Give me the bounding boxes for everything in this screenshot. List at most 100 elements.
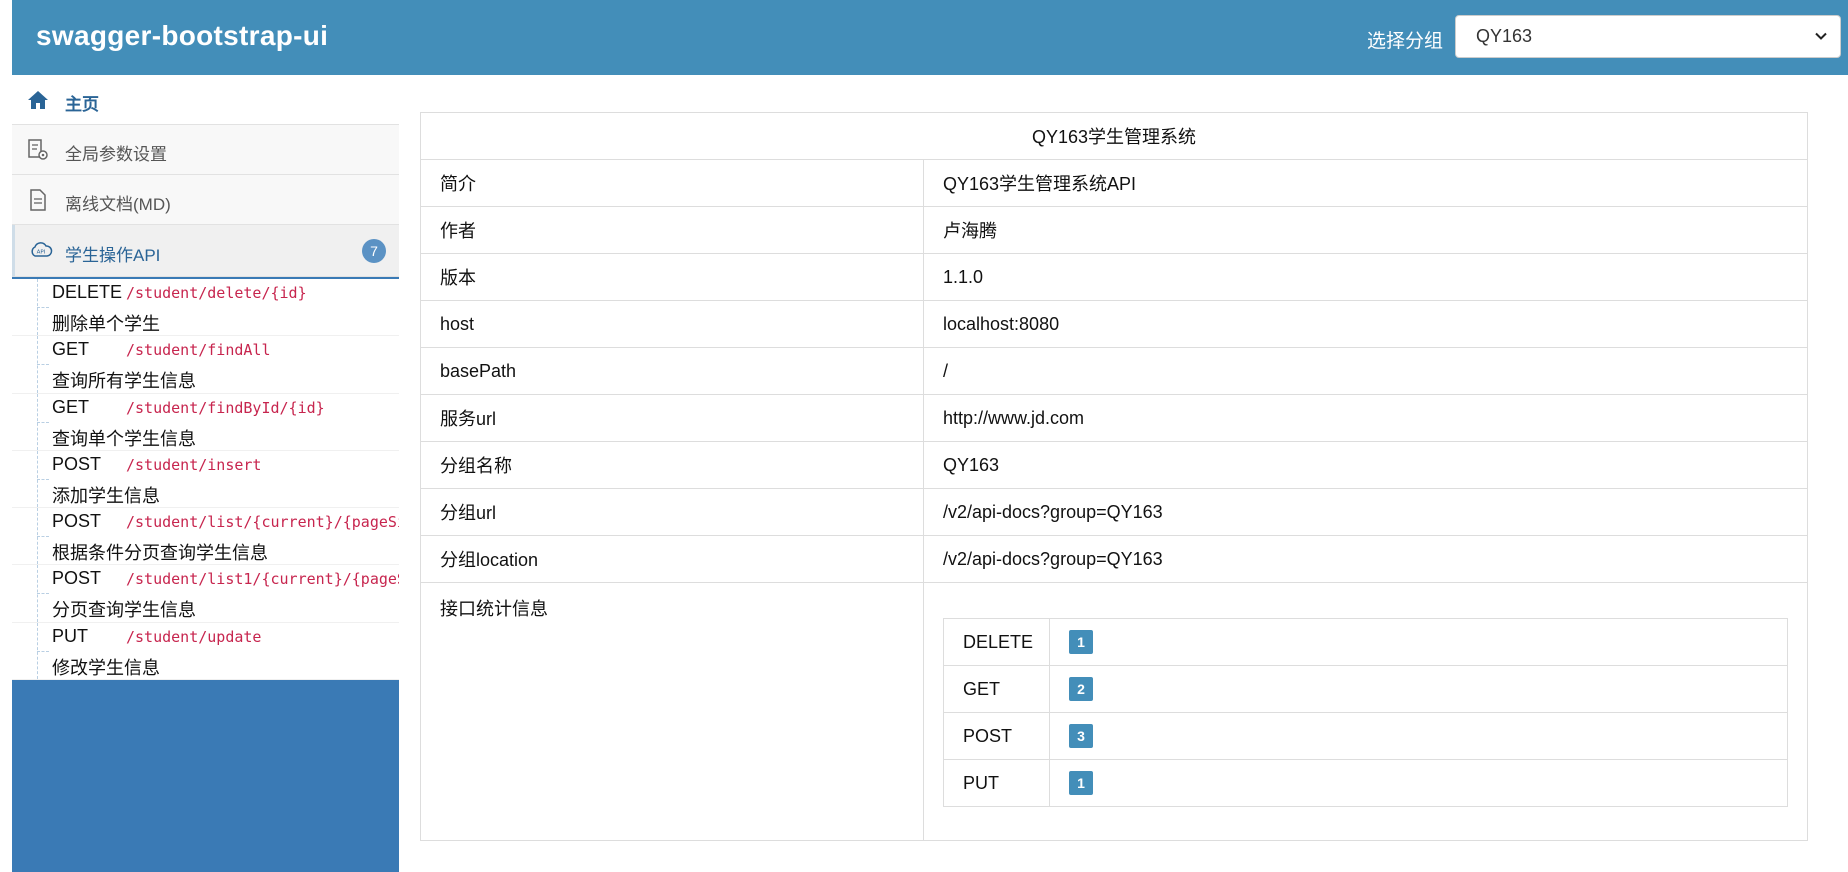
operation-list-viewport: DELETE /student/delete/{id} 删除单个学生 GET /… (12, 279, 399, 681)
operation-summary: 添加学生信息 (52, 485, 160, 506)
info-key: host (420, 300, 924, 348)
operation-path: /student/list1/{current}/{pageSize} (126, 570, 399, 589)
operation-path: /student/insert (126, 455, 262, 474)
group-select-label: 选择分组 (1367, 31, 1444, 52)
home-icon (28, 91, 48, 109)
info-key: 分组url (420, 488, 924, 536)
info-key: 简介 (420, 159, 924, 207)
chevron-down-icon (1815, 32, 1827, 40)
stats-method: PUT (943, 759, 1050, 807)
sidebar-item-student-api[interactable]: API 学生操作API 7 (12, 225, 399, 277)
sidebar-item-label: 全局参数设置 (65, 145, 167, 164)
operation-item[interactable]: POST /student/list1/{current}/{pageSize}… (12, 565, 399, 623)
info-value: QY163学生管理系统API (923, 159, 1808, 207)
sidebar-item-label: 主页 (65, 95, 99, 114)
operation-method: POST (52, 511, 102, 532)
operation-summary: 修改学生信息 (52, 657, 160, 678)
operation-item[interactable]: POST /student/insert 添加学生信息 (12, 450, 399, 509)
count-badge: 1 (1069, 630, 1093, 654)
table-row: basePath / (420, 347, 1808, 395)
table-row: 服务url http://www.jd.com (420, 394, 1808, 442)
info-value: http://www.jd.com (923, 394, 1808, 442)
operation-path: /student/update (126, 627, 262, 646)
main-content: QY163学生管理系统 简介 QY163学生管理系统API 作者 卢海腾 版本 … (420, 112, 1808, 841)
info-key: 接口统计信息 (420, 582, 924, 841)
stats-method: GET (943, 665, 1050, 713)
info-key: 分组location (420, 535, 924, 583)
table-row: PUT 1 (943, 759, 1788, 807)
stats-method: POST (943, 712, 1050, 760)
table-row: POST 3 (943, 712, 1788, 760)
operation-item[interactable]: PUT /student/update 修改学生信息 (12, 622, 399, 681)
operation-path: /student/list/{current}/{pageSize} (126, 513, 399, 532)
info-value: 卢海腾 (923, 206, 1808, 254)
cloud-api-icon: API (31, 242, 53, 257)
info-key: basePath (420, 347, 924, 395)
operation-method: POST (52, 453, 102, 474)
sidebar-item-home[interactable]: 主页 (12, 75, 399, 125)
info-value: localhost:8080 (923, 300, 1808, 348)
stats-count-cell: 3 (1049, 712, 1788, 760)
operation-item[interactable]: DELETE /student/delete/{id} 删除单个学生 (12, 279, 399, 337)
operation-summary: 根据条件分页查询学生信息 (52, 543, 268, 564)
svg-text:API: API (37, 250, 46, 256)
page-title: QY163学生管理系统 (420, 112, 1808, 160)
count-badge: 2 (1069, 677, 1093, 701)
stats-count-cell: 1 (1049, 618, 1788, 666)
table-row: 接口统计信息 DELETE 1 GET 2 POST 3 PUT 1 (420, 582, 1808, 841)
top-navbar: swagger-bootstrap-ui 选择分组 QY163 (12, 0, 1848, 75)
info-key: 分组名称 (420, 441, 924, 489)
operation-summary: 查询所有学生信息 (52, 371, 196, 392)
operation-method: GET (52, 396, 90, 417)
operation-method: PUT (52, 625, 88, 646)
stats-count-cell: 1 (1049, 759, 1788, 807)
stats-method: DELETE (943, 618, 1050, 666)
table-row: GET 2 (943, 665, 1788, 713)
info-key: 作者 (420, 206, 924, 254)
operation-path: /student/findById/{id} (126, 398, 325, 417)
table-row: 分组名称 QY163 (420, 441, 1808, 489)
sidebar-item-label: 学生操作API (65, 246, 161, 265)
info-value: / (923, 347, 1808, 395)
table-row: 版本 1.1.0 (420, 253, 1808, 301)
table-row: 作者 卢海腾 (420, 206, 1808, 254)
operation-method: DELETE (52, 282, 123, 302)
table-row: DELETE 1 (943, 618, 1788, 666)
brand-title[interactable]: swagger-bootstrap-ui (36, 20, 328, 52)
operation-summary: 删除单个学生 (52, 314, 160, 334)
group-select-value: QY163 (1476, 26, 1533, 46)
info-key: 版本 (420, 253, 924, 301)
operation-summary: 分页查询学生信息 (52, 600, 196, 621)
settings-doc-icon (28, 139, 48, 160)
sidebar-item-label: 离线文档(MD) (65, 195, 171, 214)
operation-item[interactable]: GET /student/findById/{id} 查询单个学生信息 (12, 393, 399, 451)
operation-item[interactable]: POST /student/list/{current}/{pageSize} … (12, 508, 399, 566)
document-icon (30, 189, 46, 211)
operation-summary: 查询单个学生信息 (52, 428, 196, 449)
api-info-table: QY163学生管理系统 简介 QY163学生管理系统API 作者 卢海腾 版本 … (420, 112, 1808, 841)
group-select[interactable]: QY163 (1455, 15, 1841, 58)
sidebar-menu: 主页 全局参数设置 离线文档(MD) API 学生操作API 7 (12, 75, 399, 277)
operation-item[interactable]: GET /student/findAll 查询所有学生信息 (12, 336, 399, 394)
table-row: 分组url /v2/api-docs?group=QY163 (420, 488, 1808, 536)
operation-method: POST (52, 568, 102, 589)
operation-path: /student/delete/{id} (126, 284, 307, 302)
info-value: 1.1.0 (923, 253, 1808, 301)
sidebar-item-global-params[interactable]: 全局参数设置 (12, 125, 399, 175)
count-badge: 3 (1069, 724, 1093, 748)
info-key: 服务url (420, 394, 924, 442)
stats-count-cell: 2 (1049, 665, 1788, 713)
info-value: /v2/api-docs?group=QY163 (923, 488, 1808, 536)
operation-path: /student/findAll (126, 341, 271, 360)
count-badge: 1 (1069, 771, 1093, 795)
operation-method: GET (52, 339, 90, 360)
info-value: QY163 (923, 441, 1808, 489)
sidebar-item-offline-doc[interactable]: 离线文档(MD) (12, 175, 399, 225)
info-value: DELETE 1 GET 2 POST 3 PUT 1 (923, 582, 1808, 841)
sidebar: 主页 全局参数设置 离线文档(MD) API 学生操作API 7 DELETE … (12, 75, 399, 872)
table-row: host localhost:8080 (420, 300, 1808, 348)
api-count-badge: 7 (362, 239, 386, 263)
method-stats-table: DELETE 1 GET 2 POST 3 PUT 1 (943, 618, 1788, 807)
table-row: 简介 QY163学生管理系统API (420, 159, 1808, 207)
table-row: 分组location /v2/api-docs?group=QY163 (420, 535, 1808, 583)
